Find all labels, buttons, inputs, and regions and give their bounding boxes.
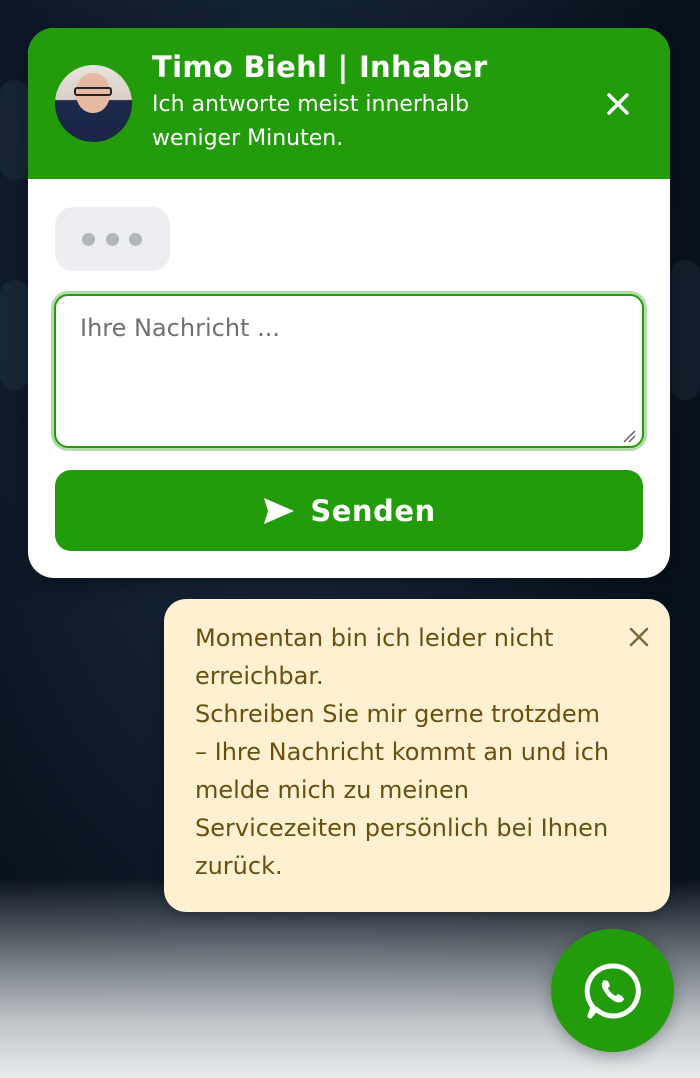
- avatar: [55, 65, 132, 142]
- chat-header: Timo Biehl | Inhaber Ich antworte meist …: [28, 28, 670, 179]
- whatsapp-button[interactable]: [551, 929, 674, 1052]
- typing-indicator: [55, 207, 170, 271]
- typing-dot: [106, 233, 119, 246]
- resize-grip-icon[interactable]: [622, 428, 636, 443]
- chat-title: Timo Biehl | Inhaber: [152, 50, 488, 84]
- background-decoration: [0, 80, 30, 180]
- notice-line-1: Momentan bin ich leider nicht erreichbar…: [195, 624, 554, 690]
- background-decoration: [0, 280, 30, 390]
- message-input[interactable]: [54, 294, 644, 448]
- chat-widget: Timo Biehl | Inhaber Ich antworte meist …: [28, 28, 670, 578]
- background-decoration: [670, 260, 700, 400]
- send-button[interactable]: Senden: [55, 470, 643, 551]
- typing-dot: [82, 233, 95, 246]
- send-button-label: Senden: [310, 493, 436, 528]
- whatsapp-icon: [584, 962, 641, 1018]
- avatar-glasses: [74, 87, 112, 96]
- close-icon[interactable]: [602, 88, 634, 120]
- offline-notice: Momentan bin ich leider nicht erreichbar…: [164, 599, 670, 912]
- typing-dot: [129, 233, 142, 246]
- notice-line-2: Schreiben Sie mir gerne trotzdem – Ihre …: [195, 700, 610, 880]
- send-icon: [264, 497, 295, 524]
- chat-subtitle: Ich antworte meist innerhalb weniger Min…: [152, 92, 470, 151]
- close-icon[interactable]: [628, 621, 650, 647]
